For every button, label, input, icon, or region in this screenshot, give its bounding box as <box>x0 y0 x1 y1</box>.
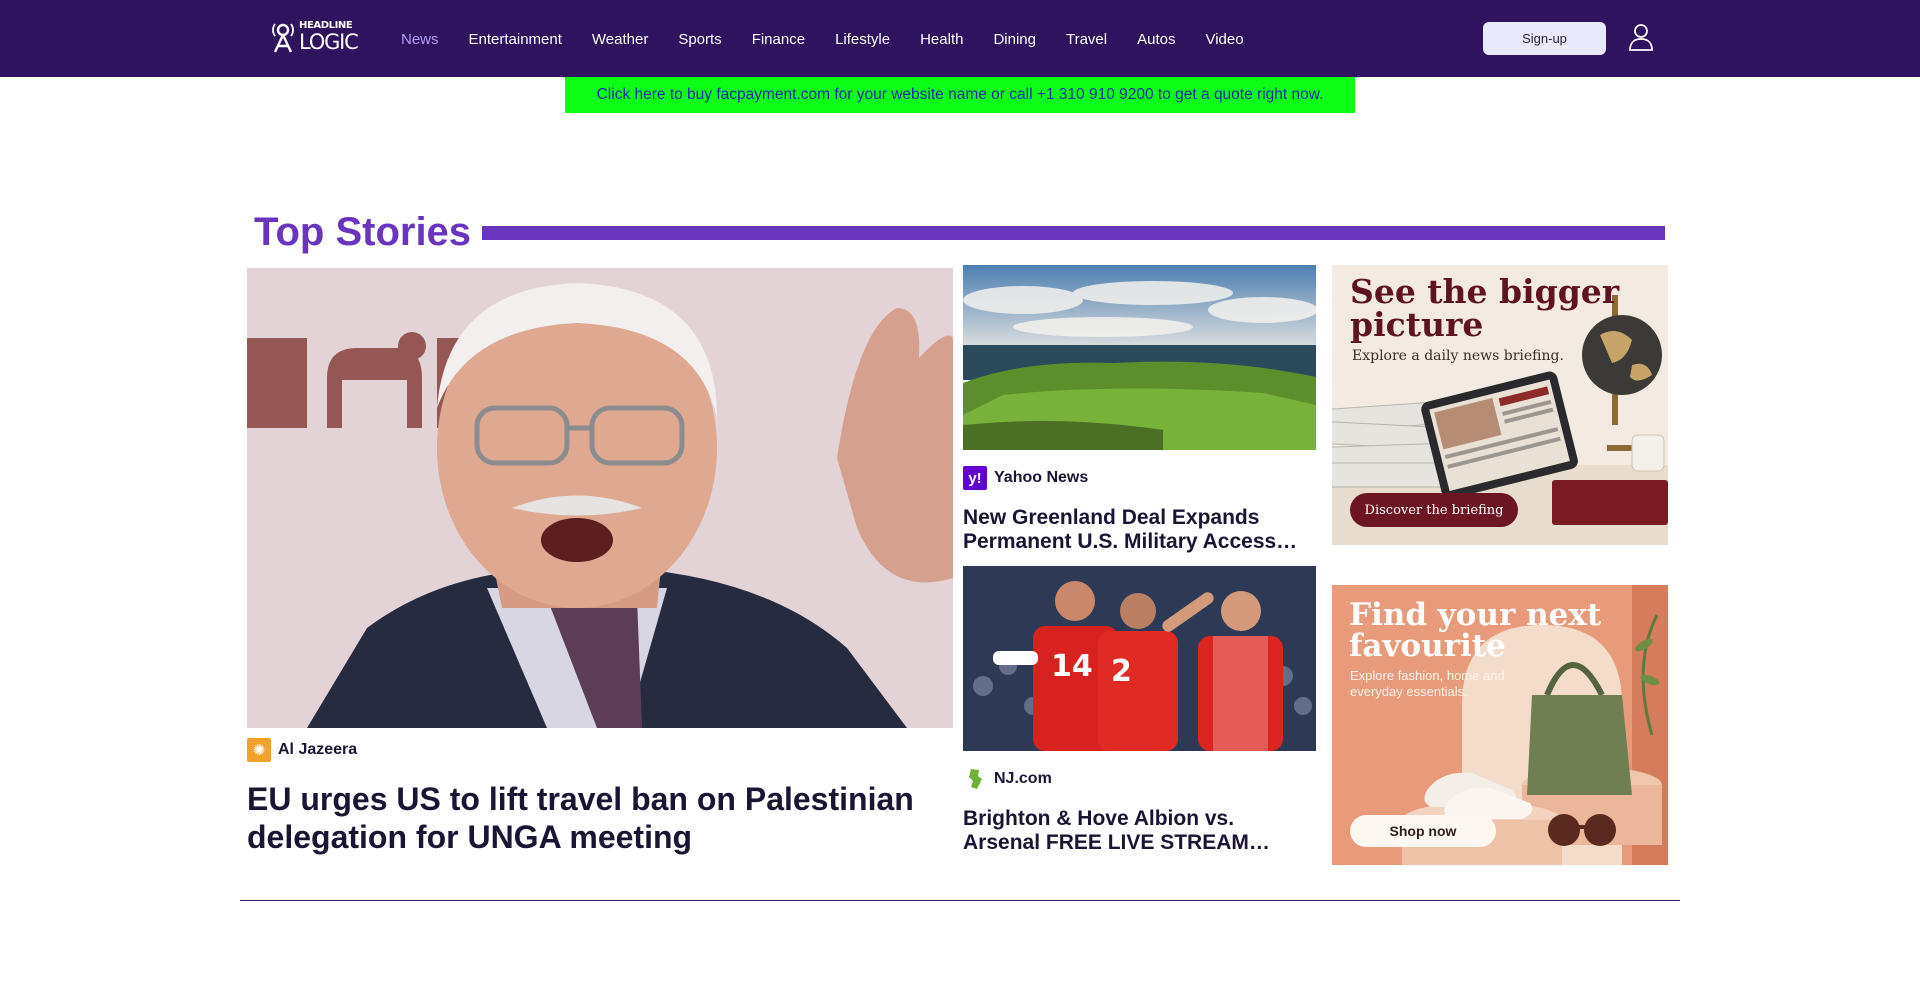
nav-item-travel[interactable]: Travel <box>1051 31 1122 48</box>
section-title: Top Stories <box>254 210 472 254</box>
main-story-source-name: Al Jazeera <box>278 741 358 758</box>
logo-wordmark-bottom: LOGIC <box>299 30 359 54</box>
main-story-photo[interactable] <box>247 268 953 728</box>
shopping-ad[interactable]: Find your next favourite Explore fashion… <box>1332 585 1668 865</box>
nav-item-sports[interactable]: Sports <box>663 31 736 48</box>
third-story-photo[interactable]: 14 2 <box>963 566 1316 751</box>
shop-now-button[interactable]: Shop now <box>1350 815 1496 847</box>
headline-logic-logo[interactable]: HEADLINE LOGIC <box>271 20 361 54</box>
section-bottom-divider <box>240 900 1680 901</box>
section-title-divider <box>482 226 1665 240</box>
user-icon[interactable] <box>1628 23 1654 51</box>
news-briefing-ad-heading: See the bigger picture <box>1350 272 1620 344</box>
third-story-source-name: NJ.com <box>994 770 1052 787</box>
main-nav: News Entertainment Weather Sports Financ… <box>386 28 1259 50</box>
svg-text:14: 14 <box>1051 649 1093 684</box>
nav-item-health[interactable]: Health <box>905 31 978 48</box>
second-story-source-name: Yahoo News <box>994 469 1089 486</box>
domain-sale-banner[interactable]: Click here to buy facpayment.com for you… <box>565 77 1355 113</box>
news-briefing-ad-subtitle: Explore a daily news briefing. <box>1352 348 1564 364</box>
main-story-source: ✺ Al Jazeera <box>247 738 357 762</box>
shopping-ad-heading: Find your next favourite <box>1349 597 1602 664</box>
nav-item-news[interactable]: News <box>386 31 454 48</box>
second-story-headline[interactable]: New Greenland Deal Expands Permanent U.S… <box>963 506 1316 556</box>
nav-item-autos[interactable]: Autos <box>1122 31 1190 48</box>
second-story-source: y! Yahoo News <box>963 466 1088 490</box>
discover-briefing-button[interactable]: Discover the briefing <box>1350 493 1518 527</box>
news-briefing-ad[interactable]: See the bigger picture Explore a daily n… <box>1332 265 1668 545</box>
nav-item-weather[interactable]: Weather <box>577 31 663 48</box>
main-story-headline[interactable]: EU urges US to lift travel ban on Palest… <box>247 780 953 860</box>
svg-text:2: 2 <box>1111 654 1132 689</box>
nav-item-video[interactable]: Video <box>1190 31 1258 48</box>
second-story-photo[interactable] <box>963 265 1316 450</box>
sign-up-button[interactable]: Sign-up <box>1483 22 1606 55</box>
nj-logo-icon <box>963 767 987 791</box>
third-story-headline[interactable]: Brighton & Hove Albion vs. Arsenal FREE … <box>963 807 1316 857</box>
nav-item-lifestyle[interactable]: Lifestyle <box>820 31 905 48</box>
yahoo-logo-icon: y! <box>963 466 987 490</box>
third-story-source: NJ.com <box>963 767 1052 791</box>
top-navigation-bar: HEADLINE LOGIC News Entertainment Weathe… <box>0 0 1920 77</box>
nav-item-dining[interactable]: Dining <box>978 31 1051 48</box>
nav-item-finance[interactable]: Finance <box>737 31 820 48</box>
logo-mark-icon <box>272 23 294 53</box>
shopping-ad-subtitle: Explore fashion, home and everyday essen… <box>1350 668 1505 699</box>
nav-item-entertainment[interactable]: Entertainment <box>454 31 577 48</box>
al-jazeera-logo-icon: ✺ <box>247 738 271 762</box>
